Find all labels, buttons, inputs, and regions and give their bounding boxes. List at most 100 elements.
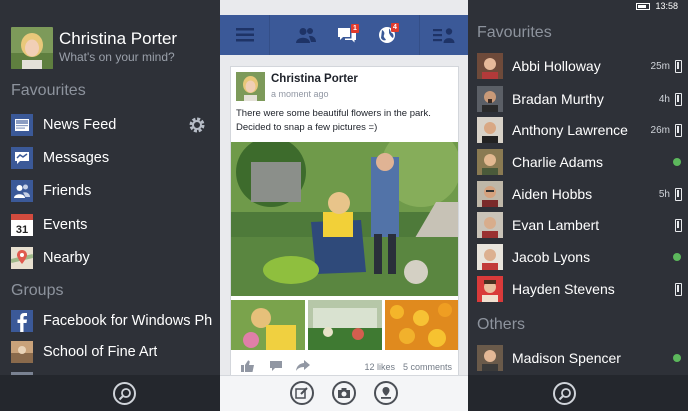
post-timestamp: a moment ago [271, 89, 329, 99]
top-navigation-bar: 1 4 [220, 15, 468, 55]
mobile-icon [675, 187, 682, 201]
friend-avatar [477, 345, 503, 371]
status-prompt[interactable]: What's on your mind? [59, 49, 177, 65]
friend-avatar [477, 244, 503, 270]
search-icon [558, 388, 571, 401]
photo-button[interactable] [332, 381, 356, 405]
topbar-divider [269, 15, 270, 55]
right-panel: 13:58 Favourites Abbi Holloway 25m Brada… [468, 0, 688, 411]
nav-item-news-feed[interactable]: News Feed [11, 112, 216, 138]
last-active-time: 25m [650, 60, 670, 72]
online-indicator [673, 354, 681, 362]
post-author-avatar[interactable] [236, 72, 265, 101]
like-icon[interactable] [241, 360, 255, 372]
nav-label-news-feed: News Feed [43, 117, 117, 133]
nearby-icon [11, 247, 33, 269]
post-photo-main[interactable] [231, 142, 459, 296]
group-item-school-of-fine-art[interactable]: School of Fine Art [11, 339, 216, 365]
friend-item-charlie-adams[interactable]: Charlie Adams [477, 149, 682, 175]
friend-name: Madison Spencer [512, 350, 621, 366]
search-icon [118, 388, 131, 401]
nav-label-events: Events [43, 217, 88, 233]
mobile-icon [675, 218, 682, 232]
menu-icon [235, 28, 254, 42]
post-photo-thumb[interactable] [385, 300, 459, 350]
check-in-icon [381, 387, 391, 399]
post-photo-thumb[interactable] [308, 300, 382, 350]
status-icon [295, 387, 308, 399]
search-button[interactable] [113, 382, 136, 405]
battery-icon [636, 2, 651, 10]
group-label-school-of-fine-art: School of Fine Art [43, 344, 158, 360]
friend-name: Anthony Lawrence [512, 122, 628, 138]
center-panel: 1 4 Christina Porter a moment ago There … [220, 0, 468, 411]
favourites-heading: Favourites [11, 82, 86, 99]
friend-requests-icon [295, 28, 316, 43]
mobile-icon [675, 59, 682, 73]
friend-item-jacob-lyons[interactable]: Jacob Lyons [477, 244, 682, 270]
others-heading: Others [477, 316, 526, 333]
center-app-bar [220, 375, 468, 411]
friend-item-aiden-hobbs[interactable]: Aiden Hobbs 5h [477, 181, 682, 207]
friend-name: Bradan Murthy [512, 91, 604, 107]
friend-name: Hayden Stevens [512, 281, 615, 297]
profile-name: Christina Porter [59, 29, 178, 48]
search-button[interactable] [553, 382, 576, 405]
facebook-icon [11, 310, 33, 332]
friends-icon [11, 180, 33, 202]
post-author-name[interactable]: Christina Porter [271, 72, 358, 86]
online-indicator [673, 158, 681, 166]
friend-item-hayden-stevens[interactable]: Hayden Stevens [477, 276, 682, 302]
friend-item-madison-spencer[interactable]: Madison Spencer [477, 345, 682, 371]
nav-label-messages: Messages [43, 150, 110, 166]
news-feed-post[interactable]: Christina Porter a moment ago There were… [230, 66, 459, 378]
friend-name: Aiden Hobbs [512, 186, 593, 202]
right-app-bar [468, 375, 688, 411]
friend-avatar [477, 149, 503, 175]
friend-name: Evan Lambert [512, 217, 600, 233]
nav-item-events[interactable]: 31 Events [11, 212, 216, 238]
nav-item-nearby[interactable]: Nearby [11, 245, 216, 271]
post-photo-thumb[interactable] [231, 300, 305, 350]
comment-icon[interactable] [269, 360, 283, 372]
share-icon[interactable] [296, 360, 310, 372]
nav-label-nearby: Nearby [43, 250, 90, 266]
post-actions: 12 likes 5 comments [231, 355, 458, 377]
status-button[interactable] [290, 381, 314, 405]
last-active-time: 5h [658, 188, 670, 200]
friend-avatar [477, 53, 503, 79]
friend-item-abbi-holloway[interactable]: Abbi Holloway 25m [477, 53, 682, 79]
comments-count[interactable]: 5 comments [403, 362, 452, 372]
friend-name: Jacob Lyons [512, 249, 591, 265]
profile-header[interactable]: Christina Porter What's on your mind? [11, 27, 177, 69]
online-indicator [673, 253, 681, 261]
friend-avatar [477, 276, 503, 302]
system-status-bar: 13:58 [636, 1, 678, 11]
group-icon [11, 341, 33, 363]
nav-item-friends[interactable]: Friends [11, 178, 216, 204]
friend-item-evan-lambert[interactable]: Evan Lambert [477, 212, 682, 238]
friend-item-bradan-murthy[interactable]: Bradan Murthy 4h [477, 86, 682, 112]
friends-list-button[interactable] [419, 15, 468, 55]
friend-item-anthony-lawrence[interactable]: Anthony Lawrence 26m [477, 117, 682, 143]
nav-label-friends: Friends [43, 183, 92, 199]
clock: 13:58 [655, 1, 678, 11]
friends-list-icon [432, 28, 454, 43]
group-item-facebook-windows-phone[interactable]: Facebook for Windows Ph [11, 308, 216, 334]
mobile-icon [675, 92, 682, 106]
mobile-icon [675, 123, 682, 137]
friend-name: Charlie Adams [512, 154, 604, 170]
nav-item-messages[interactable]: Messages [11, 145, 216, 171]
notifications-button[interactable]: 4 [362, 15, 411, 55]
mobile-icon [675, 282, 682, 296]
friends-favourites-heading: Favourites [477, 24, 552, 41]
friend-avatar [477, 117, 503, 143]
svg-text:31: 31 [16, 224, 28, 236]
likes-count[interactable]: 12 likes [364, 362, 395, 372]
notifications-badge: 4 [391, 23, 399, 32]
gear-icon[interactable] [188, 116, 206, 134]
post-text: There were some beautiful flowers in the… [236, 108, 431, 133]
menu-button[interactable] [220, 15, 269, 55]
check-in-button[interactable] [374, 381, 398, 405]
messages-icon [11, 147, 33, 169]
